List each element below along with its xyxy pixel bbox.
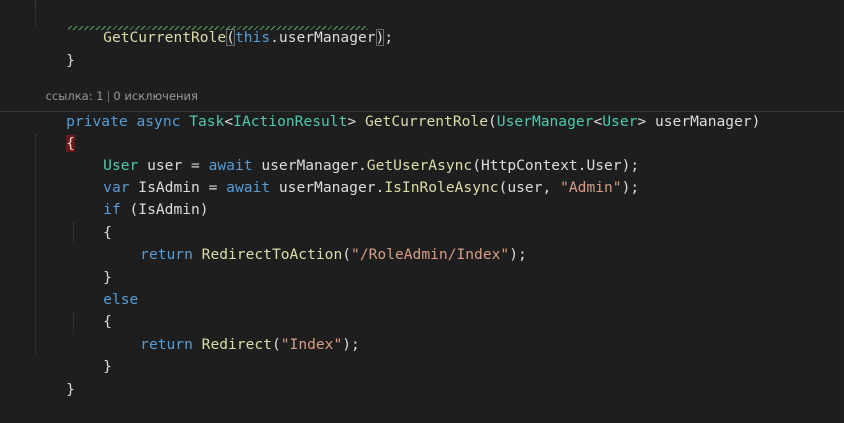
closing-brace: } xyxy=(66,52,75,69)
method-name: GetCurrentRole xyxy=(364,113,488,130)
indent-guide-method xyxy=(35,134,36,356)
else-close-brace: } xyxy=(103,358,112,375)
code-line-is-admin[interactable]: var IsAdmin = await userManager.IsInRole… xyxy=(68,155,639,196)
iactionresult-type: IActionResult xyxy=(233,113,348,130)
code-editor[interactable]: GetCurrentRole(this.userManager); } ссыл… xyxy=(0,0,844,402)
redirect-open: ( xyxy=(271,336,281,353)
isinroleasync-args: (user, xyxy=(498,179,561,196)
indent-guide-else-block xyxy=(73,312,74,334)
redirecttoaction-open: ( xyxy=(342,246,352,263)
code-line-call[interactable]: GetCurrentRole(this.userManager); xyxy=(68,5,393,46)
return-keyword: return xyxy=(140,246,193,263)
code-line-if[interactable]: if (IsAdmin) xyxy=(68,177,208,218)
codelens: ссылка: 1 | 0 исключения xyxy=(31,72,198,103)
return-keyword-2: return xyxy=(140,336,193,353)
admin-string: "Admin" xyxy=(560,179,622,196)
code-line-method-close[interactable]: } xyxy=(31,357,75,398)
redirecttoaction-close: ); xyxy=(509,246,527,263)
current-line-border xyxy=(0,111,844,112)
indent-guide-if-block xyxy=(73,222,74,244)
usermanager-ref-2: userManager. xyxy=(270,179,385,196)
indent-guide-top xyxy=(35,0,36,28)
generic-open: < xyxy=(224,113,234,130)
code-line-redirect-to-action[interactable]: return RedirectToAction("/RoleAdmin/Inde… xyxy=(105,222,527,263)
param-name: userManager) xyxy=(646,113,761,130)
generic-close: > xyxy=(347,113,357,130)
user-type: User xyxy=(602,113,638,130)
param-open-paren: ( xyxy=(488,113,497,130)
code-line-close-brace-top[interactable]: } xyxy=(31,28,75,69)
redirect-close: ); xyxy=(342,336,360,353)
code-line-else[interactable]: else xyxy=(68,267,138,308)
generic-close-2: > xyxy=(637,113,647,130)
task-type: Task xyxy=(189,113,225,130)
private-keyword: private xyxy=(66,113,128,130)
generic-open-2: < xyxy=(593,113,603,130)
this-keyword: this xyxy=(234,29,271,46)
roleadmin-string: "/RoleAdmin/Index" xyxy=(351,246,510,263)
isinroleasync-close: ); xyxy=(621,179,640,196)
code-line-if-open[interactable]: { xyxy=(68,200,112,241)
await-keyword-2: await xyxy=(226,179,271,196)
redirect-method: Redirect xyxy=(192,336,272,353)
usermanager-type: UserManager xyxy=(496,113,594,130)
index-string: "Index" xyxy=(280,336,343,353)
redirecttoaction-method: RedirectToAction xyxy=(192,246,343,263)
warning-squiggle xyxy=(68,26,368,30)
code-line-else-close[interactable]: } xyxy=(68,334,112,375)
code-line-redirect[interactable]: return Redirect("Index"); xyxy=(105,312,360,353)
method-close-brace: } xyxy=(66,381,75,398)
if-condition: (IsAdmin) xyxy=(120,201,209,218)
isinroleasync-method: IsInRoleAsync xyxy=(384,179,499,196)
call-open-paren: ( xyxy=(226,29,235,46)
call-method-name: GetCurrentRole xyxy=(103,29,227,46)
code-line-else-open[interactable]: { xyxy=(68,289,112,330)
code-line-if-close[interactable]: } xyxy=(68,245,112,286)
code-line-open-brace[interactable]: { xyxy=(31,111,75,152)
async-keyword: async xyxy=(136,113,181,130)
code-line-signature[interactable]: private async Task<IActionResult> GetCur… xyxy=(31,89,760,130)
call-semicolon: ; xyxy=(384,29,394,46)
code-line-get-user[interactable]: User user = await userManager.GetUserAsy… xyxy=(68,133,639,174)
call-member: .userManager xyxy=(270,29,376,46)
